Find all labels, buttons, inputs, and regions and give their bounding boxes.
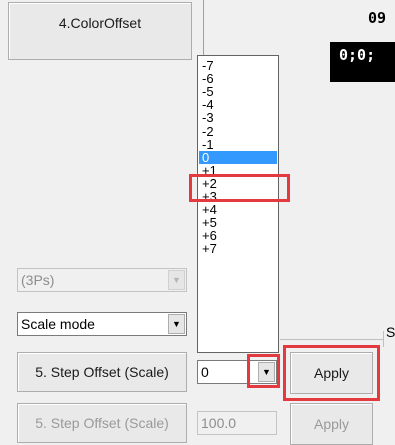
dropdown-option[interactable]: -1 — [199, 138, 277, 151]
color-offset-label: 4.ColorOffset — [58, 15, 142, 31]
step-offset-dropdown-list[interactable]: -7 -6 -5 -4 -3 -2 -1 0 +1 +2 +3 +4 +5 +6 +7 — [197, 55, 279, 353]
step-offset-scale-button-disabled: 5. Step Offset (Scale) — [17, 403, 187, 443]
highlight-arrow-button — [247, 354, 280, 388]
output-display: 0;0; — [330, 42, 395, 82]
apply-faded-label: Apply — [313, 416, 350, 432]
scale-mode-arrow-icon[interactable]: ▼ — [168, 314, 185, 334]
ps-combo-arrow-icon: ▼ — [168, 270, 185, 290]
highlight-minus-one — [189, 174, 290, 202]
step-offset-scale-button[interactable]: 5. Step Offset (Scale) — [17, 352, 187, 392]
group-box-label: S — [386, 324, 395, 340]
dropdown-option[interactable]: 0 — [199, 150, 277, 164]
ps-combo-value: (3Ps) — [21, 272, 55, 288]
dropdown-option[interactable]: +4 — [199, 203, 277, 216]
dropdown-option[interactable]: -2 — [199, 125, 277, 138]
dropdown-option[interactable]: -6 — [199, 72, 277, 85]
dropdown-option[interactable]: -4 — [199, 98, 277, 111]
step-offset-scale-faded-label: 5. Step Offset (Scale) — [35, 415, 169, 431]
scale-mode-value: Scale mode — [21, 316, 95, 332]
faded-value-field: 100.0 — [197, 411, 277, 435]
step-offset-value: 0 — [201, 364, 209, 380]
dropdown-option[interactable]: +5 — [199, 216, 277, 229]
dropdown-option[interactable]: -7 — [199, 59, 277, 72]
faded-value: 100.0 — [201, 415, 237, 431]
group-box-side — [383, 331, 384, 347]
panel-divider — [203, 0, 204, 58]
scale-mode-combo[interactable]: Scale mode ▼ — [17, 312, 187, 336]
group-box-top — [280, 339, 383, 340]
apply-button-disabled: Apply — [290, 403, 373, 445]
color-offset-button[interactable]: 4.ColorOffset — [8, 2, 192, 60]
highlight-apply-button — [283, 345, 380, 401]
dropdown-option[interactable]: +7 — [199, 242, 277, 255]
output-display-text: 0;0; — [339, 46, 376, 64]
dropdown-option[interactable]: -3 — [199, 111, 277, 124]
step-offset-scale-label: 5. Step Offset (Scale) — [35, 364, 169, 380]
number-label: 09 — [368, 9, 387, 27]
dropdown-option[interactable]: +6 — [199, 229, 277, 242]
dropdown-option[interactable]: -5 — [199, 85, 277, 98]
ps-combo: (3Ps) ▼ — [17, 268, 187, 292]
